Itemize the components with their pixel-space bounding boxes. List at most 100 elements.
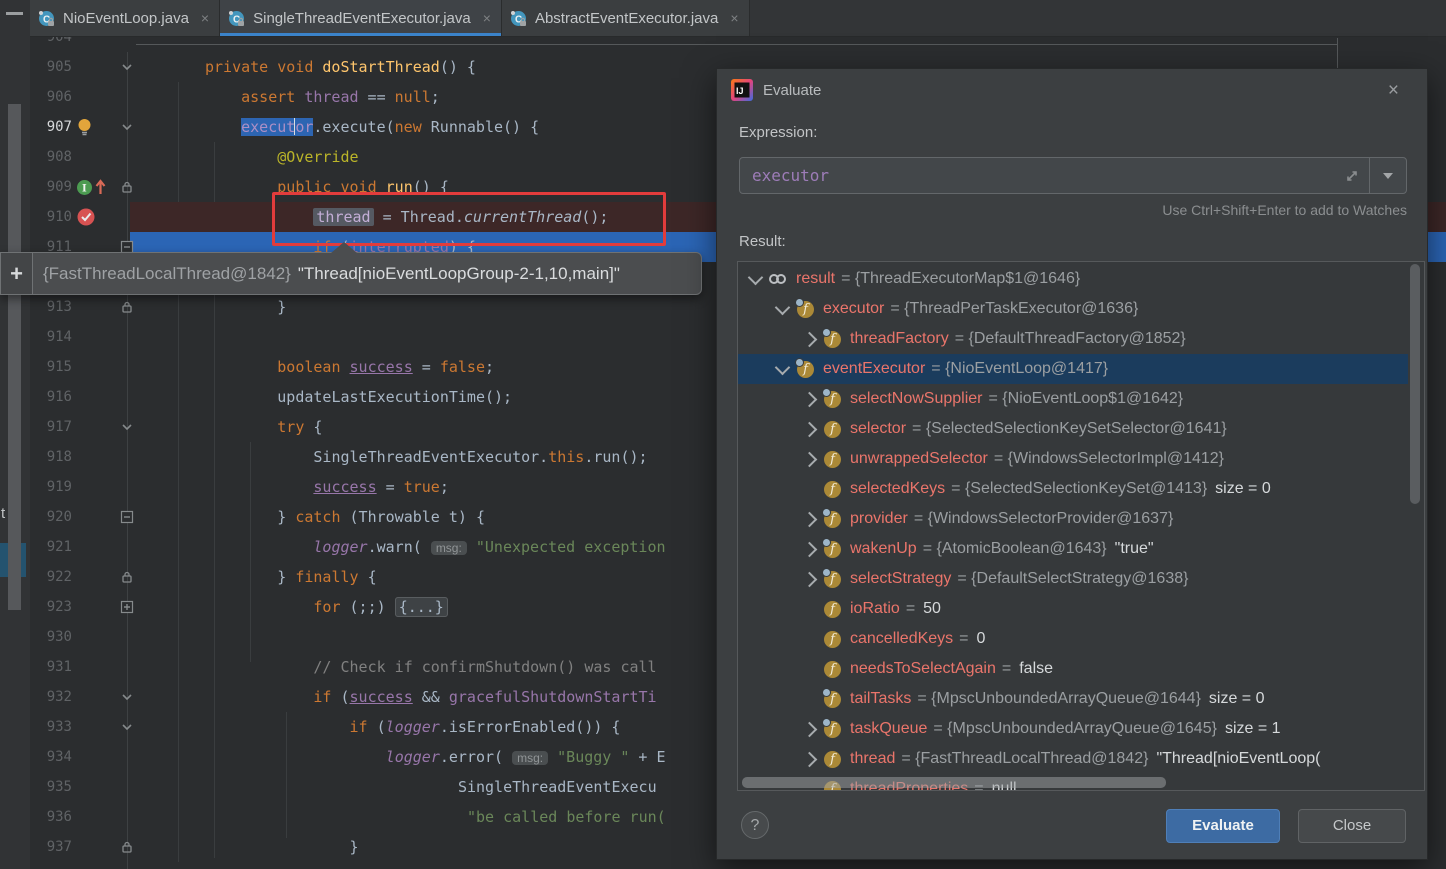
- variable-row-threadFactory[interactable]: fthreadFactory= {DefaultThreadFactory@18…: [738, 324, 1424, 354]
- line-number: 931: [32, 652, 72, 682]
- editor-tab[interactable]: CSingleThreadEventExecutor.java×: [220, 0, 502, 36]
- variable-name: needsToSelectAgain: [850, 660, 996, 678]
- variable-row-taskQueue[interactable]: ftaskQueue= {MpscUnboundedArrayQueue@164…: [738, 714, 1424, 744]
- code-token: (Throwable t) {: [340, 508, 485, 526]
- result-variables-tree[interactable]: result= {ThreadExecutorMap$1@1646}fexecu…: [737, 261, 1425, 791]
- expression-combobox[interactable]: executor: [739, 157, 1407, 194]
- fold-marker-icon[interactable]: [120, 120, 134, 134]
- help-button[interactable]: ?: [741, 811, 769, 839]
- variable-reference: = {ThreadPerTaskExecutor@1636}: [890, 300, 1138, 318]
- fold-lock-icon[interactable]: [120, 180, 134, 194]
- chevron-right-icon[interactable]: [802, 421, 818, 437]
- collapse-icon[interactable]: [6, 12, 23, 15]
- evaluate-button[interactable]: Evaluate: [1166, 809, 1280, 843]
- chevron-down-icon[interactable]: [748, 269, 764, 285]
- code-token: private: [205, 58, 268, 76]
- param-hint-chip: msg:: [431, 541, 467, 555]
- tab-close-icon[interactable]: ×: [483, 10, 491, 26]
- tooltip-object-reference: {FastThreadLocalThread@1842}: [43, 264, 291, 284]
- chevron-right-icon[interactable]: [802, 511, 818, 527]
- code-token: }: [277, 298, 286, 316]
- line-number: 932: [32, 682, 72, 712]
- expand-editor-icon[interactable]: [1335, 158, 1369, 193]
- chevron-right-icon[interactable]: [802, 751, 818, 767]
- fold-marker-icon[interactable]: [120, 600, 134, 614]
- no-expand-icon: [804, 664, 815, 675]
- line-number: 937: [32, 832, 72, 862]
- variable-row-cancelledKeys[interactable]: fcancelledKeys=0: [738, 624, 1424, 654]
- tree-horizontal-scrollbar-thumb[interactable]: [742, 777, 1166, 788]
- chevron-right-icon[interactable]: [802, 721, 818, 737]
- field-icon: f: [823, 720, 842, 739]
- variable-reference: =: [906, 600, 915, 618]
- implementing-method-icon[interactable]: I: [76, 179, 93, 196]
- chevron-right-icon[interactable]: [802, 451, 818, 467]
- fold-marker-icon[interactable]: [120, 60, 134, 74]
- field-glyph: f: [824, 601, 841, 618]
- code-line[interactable]: 904: [30, 36, 1446, 52]
- variable-reference: = {SelectedSelectionKeySetSelector@1641}: [912, 420, 1227, 438]
- line-number: 922: [32, 562, 72, 592]
- variable-name: taskQueue: [850, 720, 927, 738]
- fold-marker-icon[interactable]: [120, 720, 134, 734]
- tree-vertical-scrollbar-thumb[interactable]: [1410, 264, 1420, 504]
- fold-marker-icon[interactable]: [120, 420, 134, 434]
- fold-lock-icon[interactable]: [120, 300, 134, 314]
- variable-row-selectStrategy[interactable]: fselectStrategy= {DefaultSelectStrategy@…: [738, 564, 1424, 594]
- rail-scrollbar-thumb[interactable]: [8, 104, 21, 610]
- variable-row-wakenUp[interactable]: fwakenUp= {AtomicBoolean@1643}"true": [738, 534, 1424, 564]
- variable-row-needsToSelectAgain[interactable]: fneedsToSelectAgain=false: [738, 654, 1424, 684]
- overrides-arrow-icon[interactable]: [94, 178, 107, 196]
- variable-row-eventExecutor[interactable]: feventExecutor= {NioEventLoop@1417}: [738, 354, 1424, 384]
- chevron-down-icon[interactable]: [775, 299, 791, 315]
- code-token: SingleThreadEventExecutor.: [313, 448, 548, 466]
- chevron-right-icon[interactable]: [802, 331, 818, 347]
- variable-value: size = 0: [1215, 480, 1271, 498]
- code-token: }: [350, 838, 359, 856]
- variable-row-result[interactable]: result= {ThreadExecutorMap$1@1646}: [738, 264, 1424, 294]
- variable-row-provider[interactable]: fprovider= {WindowsSelectorProvider@1637…: [738, 504, 1424, 534]
- code-token: (: [368, 718, 386, 736]
- tab-close-icon[interactable]: ×: [201, 10, 209, 26]
- code-token: }: [277, 508, 295, 526]
- code-token: {: [304, 418, 322, 436]
- tab-close-icon[interactable]: ×: [730, 10, 738, 26]
- fold-lock-icon[interactable]: [120, 840, 134, 854]
- field-icon: f: [796, 300, 815, 319]
- add-to-watches-plus-icon[interactable]: +: [1, 253, 33, 294]
- fold-lock-icon[interactable]: [120, 570, 134, 584]
- code-token: .execute(: [313, 118, 394, 136]
- field-icon: f: [823, 480, 842, 499]
- expression-history-dropdown[interactable]: [1369, 158, 1406, 193]
- no-expand-icon: [804, 694, 815, 705]
- fold-marker-icon[interactable]: [120, 510, 134, 524]
- evaluate-dialog: IJ Evaluate × Expression: executor Use C…: [716, 68, 1428, 860]
- variable-row-selectNowSupplier[interactable]: fselectNowSupplier= {NioEventLoop$1@1642…: [738, 384, 1424, 414]
- variable-row-selectedKeys[interactable]: fselectedKeys= {SelectedSelectionKeySet@…: [738, 474, 1424, 504]
- intention-bulb-icon[interactable]: [76, 118, 93, 137]
- chevron-right-icon[interactable]: [802, 391, 818, 407]
- fold-marker-icon[interactable]: [120, 690, 134, 704]
- field-glyph: f: [824, 421, 841, 438]
- variable-value: 50: [923, 600, 941, 618]
- verified-breakpoint-icon[interactable]: [76, 207, 96, 227]
- editor-tab[interactable]: CAbstractEventExecutor.java×: [502, 0, 750, 36]
- chevron-right-icon[interactable]: [802, 571, 818, 587]
- variable-row-ioRatio[interactable]: fioRatio=50: [738, 594, 1424, 624]
- editor-tab[interactable]: CNioEventLoop.java×: [30, 0, 220, 36]
- variable-row-tailTasks[interactable]: ftailTasks= {MpscUnboundedArrayQueue@164…: [738, 684, 1424, 714]
- code-token: [295, 88, 304, 106]
- field-icon: f: [796, 360, 815, 379]
- variable-row-unwrappedSelector[interactable]: funwrappedSelector= {WindowsSelectorImpl…: [738, 444, 1424, 474]
- chevron-right-icon[interactable]: [802, 541, 818, 557]
- line-number: 923: [32, 592, 72, 622]
- dialog-close-icon[interactable]: ×: [1388, 81, 1399, 100]
- expression-input[interactable]: executor: [740, 158, 1335, 193]
- close-button[interactable]: Close: [1298, 809, 1406, 843]
- variable-row-executor[interactable]: fexecutor= {ThreadPerTaskExecutor@1636}: [738, 294, 1424, 324]
- variable-reference: = {MpscUnboundedArrayQueue@1644}: [917, 690, 1201, 708]
- code-text: }: [175, 832, 359, 862]
- code-token: success: [350, 688, 413, 706]
- variable-row-thread[interactable]: fthread= {FastThreadLocalThread@1842}"Th…: [738, 744, 1424, 774]
- variable-row-selector[interactable]: fselector= {SelectedSelectionKeySetSelec…: [738, 414, 1424, 444]
